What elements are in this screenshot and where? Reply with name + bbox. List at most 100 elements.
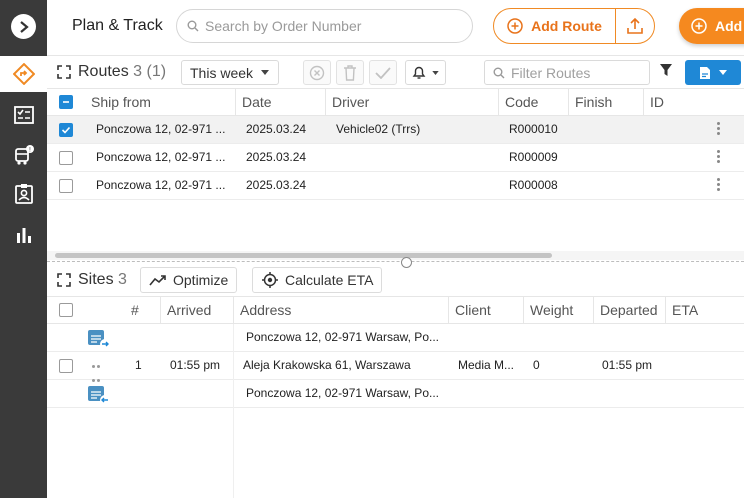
row-menu-icon[interactable]: [717, 150, 721, 165]
sites-title-text: Sites: [78, 271, 114, 288]
column-client[interactable]: Client: [448, 297, 523, 324]
column-arrived[interactable]: Arrived: [160, 297, 233, 324]
depot-start-icon: [88, 330, 110, 349]
search-icon: [493, 67, 505, 78]
caret-down-icon: [719, 70, 727, 75]
chevron-right-icon: [19, 20, 29, 33]
filter-routes-input[interactable]: [511, 64, 641, 81]
cell-date: 2025.03.24: [246, 150, 307, 164]
cell-driver: Vehicle02 (Trrs): [336, 122, 421, 136]
select-all-checkbox[interactable]: [59, 95, 73, 109]
table-row[interactable]: Ponczowa 12, 02-971 Warsaw, Po...: [47, 324, 744, 352]
bar-chart-icon: [16, 228, 31, 243]
column-id[interactable]: ID: [643, 89, 744, 116]
cell-date: 2025.03.24: [246, 178, 307, 192]
cell-address: Ponczowa 12, 02-971 Warsaw, Po...: [246, 386, 439, 400]
notification-button[interactable]: [405, 60, 446, 85]
column-driver[interactable]: Driver: [325, 89, 498, 116]
sites-toolbar: Sites 3 Optimize Calculate ETA: [47, 265, 744, 295]
add-route-button[interactable]: Add Route: [494, 9, 616, 43]
caret-down-icon: [432, 70, 439, 75]
row-menu-icon[interactable]: [717, 178, 721, 193]
calculate-eta-button[interactable]: Calculate ETA: [252, 267, 383, 293]
column-code[interactable]: Code: [498, 89, 568, 116]
row-menu-icon[interactable]: [717, 122, 721, 137]
table-row[interactable]: 1 01:55 pm Aleja Krakowska 61, Warszawa …: [47, 352, 744, 396]
column-eta[interactable]: ETA: [665, 297, 744, 324]
sidebar-item-routes[interactable]: [0, 56, 47, 92]
plus-circle-icon: [691, 18, 707, 34]
table-row[interactable]: Ponczowa 12, 02-971 ... 2025.03.24 R0000…: [47, 172, 744, 200]
column-weight[interactable]: Weight: [523, 297, 593, 324]
panel-splitter[interactable]: [47, 261, 744, 262]
row-checkbox[interactable]: [59, 123, 73, 137]
upload-icon: [627, 17, 643, 34]
page-title: Plan & Track: [72, 17, 163, 34]
add-route-label: Add Route: [531, 18, 602, 34]
filter-button[interactable]: [659, 63, 673, 80]
app-header: Plan & Track Add Route Add: [47, 0, 744, 54]
cell-ship-from: Ponczowa 12, 02-971 ...: [96, 178, 226, 192]
routes-title-text: Routes: [78, 63, 129, 80]
cancel-route-button[interactable]: [303, 60, 331, 85]
cell-code: R000010: [509, 122, 558, 136]
column-date[interactable]: Date: [235, 89, 325, 116]
sidebar-toggle-button[interactable]: [11, 14, 36, 39]
routes-table-header: Ship from Date Driver Code Finish ID: [47, 88, 744, 116]
cell-client: Media M...: [458, 358, 515, 372]
sidebar-item-reports[interactable]: [0, 217, 47, 253]
filter-routes[interactable]: [484, 60, 650, 85]
column-ship-from[interactable]: Ship from: [85, 89, 235, 116]
select-all-sites-checkbox[interactable]: [59, 303, 73, 317]
minus-icon: [63, 101, 69, 103]
table-row[interactable]: Ponczowa 12, 02-971 Warsaw, Po...: [47, 380, 744, 408]
row-checkbox[interactable]: [59, 151, 73, 165]
truck-alert-icon: !: [14, 145, 34, 165]
close-circle-icon: [309, 65, 325, 80]
cell-driver: [336, 172, 496, 199]
add-button[interactable]: Add: [679, 8, 744, 44]
period-select[interactable]: This week: [181, 60, 279, 85]
delete-route-button[interactable]: [336, 60, 364, 85]
table-row[interactable]: Ponczowa 12, 02-971 ... 2025.03.24 Vehic…: [47, 116, 744, 144]
cell-code: R000008: [509, 178, 558, 192]
expand-icon[interactable]: [57, 65, 71, 79]
plus-circle-icon: [507, 18, 523, 34]
funnel-icon: [660, 64, 672, 76]
upload-button[interactable]: [616, 9, 654, 43]
table-row[interactable]: Ponczowa 12, 02-971 ... 2025.03.24 R0000…: [47, 144, 744, 172]
check-icon: [375, 66, 391, 79]
column-number[interactable]: #: [125, 297, 160, 324]
order-search-input[interactable]: [205, 18, 455, 34]
column-departed[interactable]: Departed: [593, 297, 665, 324]
cell-number: 1: [135, 358, 142, 372]
complete-route-button[interactable]: [369, 60, 397, 85]
optimize-button[interactable]: Optimize: [140, 267, 238, 293]
sidebar-item-tasks[interactable]: [0, 97, 47, 133]
sidebar-item-contacts[interactable]: [0, 176, 47, 212]
order-search[interactable]: [176, 9, 473, 43]
routes-title: Routes 3 (1): [78, 63, 166, 81]
cell-address: Ponczowa 12, 02-971 Warsaw, Po...: [246, 330, 439, 344]
row-checkbox[interactable]: [59, 359, 73, 373]
period-select-value: This week: [190, 64, 254, 81]
sidebar-item-vehicles[interactable]: !: [0, 137, 47, 173]
routes-horizontal-scrollbar[interactable]: [55, 253, 552, 258]
expand-icon[interactable]: [57, 273, 71, 287]
caret-down-icon: [261, 70, 270, 75]
column-address[interactable]: Address: [233, 297, 448, 324]
trend-icon: [149, 275, 166, 286]
row-checkbox[interactable]: [59, 179, 73, 193]
cell-code: R000009: [509, 150, 558, 164]
cell-ship-from: Ponczowa 12, 02-971 ...: [96, 122, 226, 136]
column-divider: [233, 324, 234, 498]
export-button[interactable]: [685, 60, 741, 85]
cell-driver: [336, 144, 496, 171]
sidebar: !: [0, 0, 47, 498]
sites-count: 3: [118, 271, 127, 288]
depot-end-icon: [88, 386, 110, 405]
column-finish[interactable]: Finish: [568, 89, 643, 116]
cell-ship-from: Ponczowa 12, 02-971 ...: [96, 150, 226, 164]
routes-table: Ship from Date Driver Code Finish ID Pon…: [47, 88, 744, 250]
cell-date: 2025.03.24: [246, 122, 307, 136]
